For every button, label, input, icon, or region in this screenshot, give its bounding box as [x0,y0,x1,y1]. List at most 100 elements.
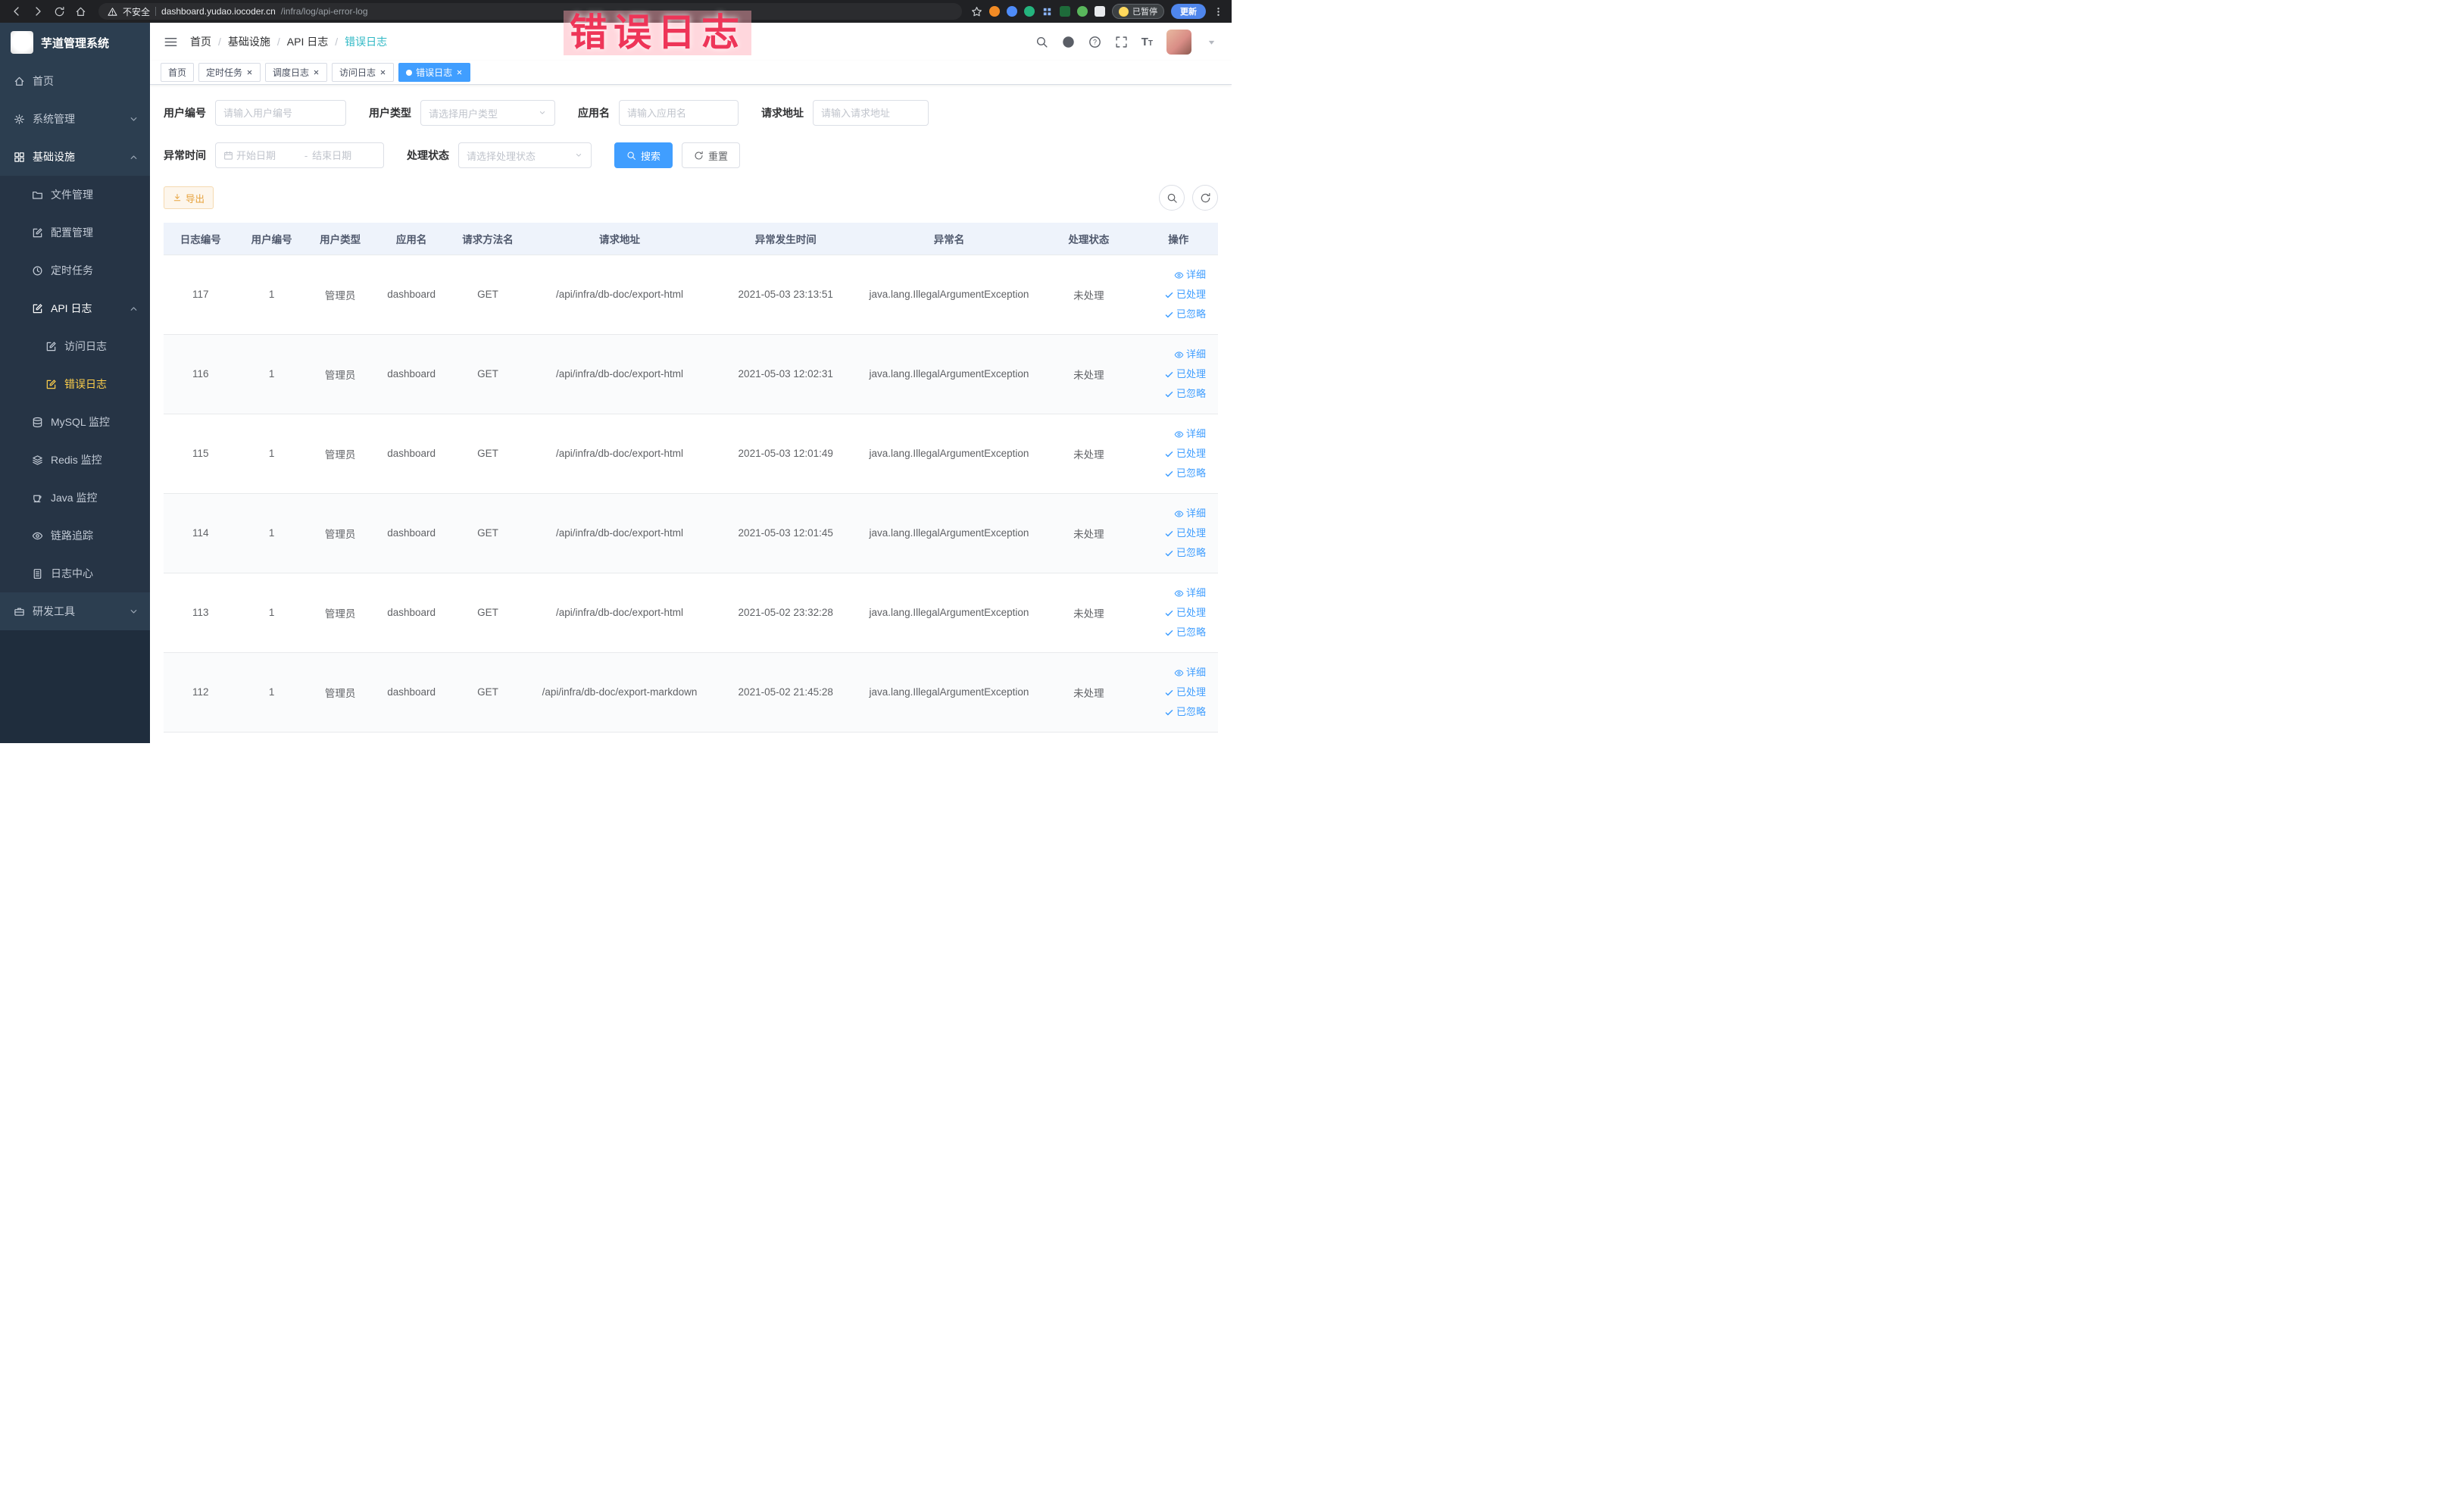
sidebar-logo[interactable]: 芋道管理系统 [0,23,150,62]
extensions-puzzle-icon[interactable] [1095,6,1105,17]
mark-ignored-link[interactable]: 已忽略 [1142,305,1206,324]
search-button[interactable]: 搜索 [614,142,673,168]
col-exception-time: 异常发生时间 [711,223,860,255]
user-id-field[interactable] [223,107,338,119]
tab-error-log[interactable]: 错误日志 [398,63,471,82]
breadcrumb-home[interactable]: 首页 [190,34,221,49]
detail-link[interactable]: 详细 [1142,345,1206,364]
fullscreen-icon[interactable] [1115,36,1128,48]
extension-icon-on-badge[interactable] [1060,6,1070,17]
tab-access-log[interactable]: 访问日志 [332,63,395,82]
start-date-field[interactable] [236,149,300,161]
forward-icon[interactable] [29,2,47,20]
close-icon[interactable] [456,69,463,76]
sidebar-item-file-manage[interactable]: 文件管理 [0,176,150,214]
collapse-sidebar-icon[interactable] [164,35,178,49]
sidebar-item-trace[interactable]: 链路追踪 [0,517,150,555]
cell-request-method: GET [448,334,528,414]
caret-down-icon[interactable] [1205,36,1218,48]
close-icon[interactable] [379,69,386,76]
tab-schedule-log[interactable]: 调度日志 [265,63,328,82]
extension-icon-orange[interactable] [989,6,1000,17]
app-name-field[interactable] [627,107,730,119]
sidebar-item-infra[interactable]: 基础设施 [0,138,150,176]
sidebar-item-redis-monitor[interactable]: Redis 监控 [0,441,150,479]
browser-menu-kebab-icon[interactable] [1213,6,1224,17]
browser-update-button[interactable]: 更新 [1171,4,1206,19]
end-date-field[interactable] [312,149,376,161]
cell-request-url: /api/infra/db-doc/export-markdown [527,652,712,733]
sidebar-item-devtools[interactable]: 研发工具 [0,592,150,630]
bookmark-star-icon[interactable] [971,6,982,17]
tab-scheduled-job[interactable]: 定时任务 [198,63,261,82]
refresh-table-button[interactable] [1192,185,1218,211]
profile-paused-chip[interactable]: 已暂停 [1112,4,1164,19]
breadcrumb-infra[interactable]: 基础设施 [228,34,280,49]
github-icon[interactable] [1062,36,1075,48]
process-status-select[interactable]: 请选择处理状态 [458,142,592,168]
tags-view: 首页 定时任务 调度日志 访问日志 错误日志 [150,61,1232,85]
mark-processed-link[interactable]: 已处理 [1142,523,1206,543]
edit-icon [32,227,43,239]
extension-grid-icon[interactable] [1042,6,1053,17]
cell-request-url: /api/infra/db-doc/export-html [527,255,712,335]
tab-home[interactable]: 首页 [161,63,195,82]
sidebar-item-scheduled-job[interactable]: 定时任务 [0,251,150,289]
sidebar-item-system[interactable]: 系统管理 [0,100,150,138]
user-type-select[interactable]: 请选择用户类型 [420,100,555,126]
sidebar-item-java-monitor[interactable]: Java 监控 [0,479,150,517]
sidebar-item-access-log[interactable]: 访问日志 [0,327,150,365]
mark-ignored-link[interactable]: 已忽略 [1142,623,1206,642]
search-icon[interactable] [1035,36,1048,48]
cell-process-status: 未处理 [1038,493,1139,573]
sidebar-item-log-center[interactable]: 日志中心 [0,555,150,592]
detail-link[interactable]: 详细 [1142,504,1206,523]
user-id-input[interactable] [215,100,346,126]
extension-icon-leaf[interactable] [1077,6,1088,17]
reset-button[interactable]: 重置 [682,142,741,168]
mark-ignored-link[interactable]: 已忽略 [1142,464,1206,483]
reload-icon[interactable] [50,2,68,20]
edit-icon [45,341,57,352]
browser-home-icon[interactable] [71,2,89,20]
extension-icon-blue[interactable] [1007,6,1017,17]
sidebar-item-mysql-monitor[interactable]: MySQL 监控 [0,403,150,441]
cell-request-url: /api/infra/db-doc/export-html [527,414,712,494]
detail-link[interactable]: 详细 [1142,583,1206,603]
eye-icon [32,530,43,542]
mark-processed-link[interactable]: 已处理 [1142,444,1206,464]
avatar[interactable] [1166,29,1191,55]
mark-processed-link[interactable]: 已处理 [1142,285,1206,305]
extension-icon-green[interactable] [1024,6,1035,17]
font-size-icon[interactable]: TT [1141,36,1153,48]
request-url-input[interactable] [813,100,929,126]
select-placeholder: 请选择处理状态 [467,150,536,162]
mark-processed-link[interactable]: 已处理 [1142,683,1206,702]
help-icon[interactable] [1088,36,1101,48]
date-range-picker[interactable]: - [215,142,384,168]
mark-processed-link[interactable]: 已处理 [1142,603,1206,623]
ignored-link-label: 已忽略 [1176,626,1206,638]
request-url-field[interactable] [821,107,920,119]
sidebar-item-api-log[interactable]: API 日志 [0,289,150,327]
sidebar-item-error-log[interactable]: 错误日志 [0,365,150,403]
sidebar-item-config-manage[interactable]: 配置管理 [0,214,150,251]
mark-ignored-link[interactable]: 已忽略 [1142,384,1206,404]
close-icon[interactable] [246,69,253,76]
close-icon[interactable] [313,69,320,76]
cell-user-id: 1 [237,414,306,494]
detail-link[interactable]: 详细 [1142,663,1206,683]
mark-ignored-link[interactable]: 已忽略 [1142,543,1206,563]
detail-link[interactable]: 详细 [1142,265,1206,285]
sidebar-item-home[interactable]: 首页 [0,62,150,100]
address-bar[interactable]: 不安全 dashboard.yudao.iocoder.cn/infra/log… [98,3,962,20]
mark-ignored-link[interactable]: 已忽略 [1142,702,1206,722]
breadcrumb: 首页 基础设施 API 日志 错误日志 [190,34,387,49]
breadcrumb-api-log[interactable]: API 日志 [287,34,338,49]
detail-link[interactable]: 详细 [1142,424,1206,444]
export-button[interactable]: 导出 [164,186,214,209]
toggle-search-button[interactable] [1159,185,1185,211]
back-icon[interactable] [8,2,26,20]
mark-processed-link[interactable]: 已处理 [1142,364,1206,384]
app-name-input[interactable] [619,100,739,126]
